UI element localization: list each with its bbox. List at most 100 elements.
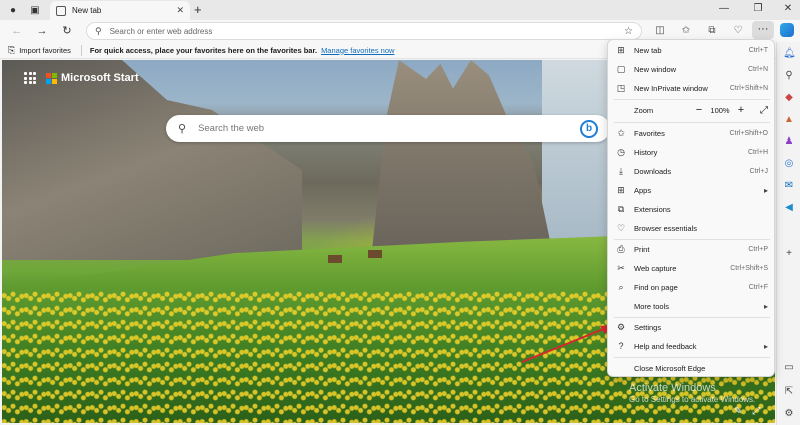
title-bar: ● ▣ New tab ✕ + — ❐ ✕ (0, 0, 800, 20)
menu-item-zoom: Zoom − 100% + ⤢ (608, 101, 776, 119)
mountain-peaks (372, 60, 552, 250)
address-bar[interactable]: ⚲ Search or enter web address ☆ (86, 22, 642, 40)
app-launcher-icon[interactable] (24, 72, 36, 84)
forward-icon[interactable]: → (35, 24, 49, 38)
close-window-icon[interactable]: ✕ (778, 3, 798, 14)
microsoft-start-header: Microsoft Start (24, 72, 139, 84)
menu-item-settings[interactable]: ⚙ Settings (608, 318, 776, 336)
menu-shortcut: Ctrl+J (749, 167, 768, 175)
menu-shortcut: Ctrl+Shift+N (729, 84, 768, 92)
download-icon: ⤓ (619, 165, 623, 176)
menu-item-new-window[interactable]: ▢ New window Ctrl+N (608, 60, 776, 78)
zoom-out-button[interactable]: − (692, 104, 706, 116)
fullscreen-expand-icon[interactable]: ⤢ (754, 105, 768, 116)
address-input[interactable]: Search or enter web address (110, 27, 624, 36)
collections-icon[interactable]: ⧉ (704, 24, 720, 38)
menu-shortcut: Ctrl+Shift+O (729, 129, 768, 137)
menu-item-web-capture[interactable]: ✂ Web capture Ctrl+Shift+S (608, 259, 776, 277)
page-corner-tools: ✎ ⤢ (734, 406, 760, 417)
puzzle-icon: ⧉ (617, 203, 625, 214)
tools-icon[interactable]: ▲ (783, 114, 795, 126)
apps-grid-icon: ⊞ (617, 184, 625, 195)
menu-item-extensions[interactable]: ⧉ Extensions (608, 200, 776, 218)
shopping-icon[interactable]: ◆ (783, 92, 795, 104)
menu-item-find-on-page[interactable]: ⌕ Find on page Ctrl+F (608, 278, 776, 296)
printer-icon: ⎙ (617, 243, 625, 254)
drop-icon[interactable]: ◀ (783, 202, 795, 214)
menu-label: Zoom (634, 105, 654, 115)
notifications-icon[interactable]: 🔔︎ (783, 48, 796, 60)
menu-item-new-inprivate[interactable]: ◳ New InPrivate window Ctrl+Shift+N (608, 79, 776, 97)
manage-favorites-link[interactable]: Manage favorites now (321, 46, 394, 55)
favorites-star-icon: ✩ (617, 127, 625, 138)
menu-item-apps[interactable]: ⊞ Apps ▸ (608, 181, 776, 199)
search-icon: ⚲ (95, 25, 102, 36)
history-clock-icon: ◷ (617, 146, 625, 157)
menu-label: Browser essentials (634, 223, 697, 233)
menu-shortcut: Ctrl+T (748, 46, 768, 54)
minimize-icon[interactable]: — (714, 3, 734, 14)
favorites-bar-message: For quick access, place your favorites h… (89, 45, 318, 55)
chevron-right-icon: ▸ (763, 341, 768, 351)
web-search-box[interactable]: ⚲ Search the web b (166, 115, 610, 142)
chevron-right-icon: ▸ (763, 301, 768, 311)
hut (368, 250, 382, 258)
copilot-icon[interactable] (780, 23, 794, 37)
web-search-input[interactable]: Search the web (198, 123, 580, 134)
external-link-icon[interactable]: ⇱ (783, 386, 795, 398)
fullscreen-icon[interactable]: ⤢ (752, 406, 760, 417)
menu-item-new-tab[interactable]: ⊞ New tab Ctrl+T (608, 41, 776, 59)
hut (328, 255, 342, 263)
hide-sidebar-icon[interactable]: ▭ (783, 362, 795, 374)
menu-label: Close Microsoft Edge (634, 363, 706, 373)
menu-item-close-edge[interactable]: Close Microsoft Edge (608, 359, 776, 377)
web-capture-icon: ✂ (617, 262, 625, 273)
menu-label: Settings (634, 322, 662, 332)
new-tab-plus-icon[interactable]: + (194, 3, 202, 16)
import-icon: ⎘ (8, 44, 16, 55)
menu-item-help-and-feedback[interactable]: ? Help and feedback ▸ (608, 337, 776, 355)
menu-item-downloads[interactable]: ⤓ Downloads Ctrl+J (608, 162, 776, 180)
menu-item-browser-essentials[interactable]: ♡ Browser essentials (608, 219, 776, 237)
import-favorites-button[interactable]: Import favorites (19, 46, 71, 55)
games-icon[interactable]: ♟ (783, 136, 795, 148)
close-tab-icon[interactable]: ✕ (176, 5, 184, 16)
activate-windows-watermark: Activate Windows Go to Settings to activ… (629, 382, 755, 404)
browser-essentials-icon[interactable]: ♡ (730, 24, 746, 38)
favorites-icon[interactable]: ✩ (678, 24, 694, 38)
restore-icon[interactable]: ❐ (748, 3, 768, 14)
back-icon[interactable]: ← (10, 24, 24, 38)
menu-divider (614, 122, 770, 123)
bing-icon[interactable]: b (580, 119, 598, 138)
menu-item-more-tools[interactable]: More tools ▸ (608, 297, 776, 315)
menu-shortcut: Ctrl+P (748, 245, 768, 253)
menu-item-favorites[interactable]: ✩ Favorites Ctrl+Shift+O (608, 124, 776, 142)
search-icon: ⚲ (178, 123, 187, 135)
add-favorite-icon[interactable]: ☆ (624, 26, 633, 37)
tab-new-tab[interactable]: New tab ✕ (50, 1, 190, 20)
split-screen-icon[interactable]: ◫ (652, 24, 668, 38)
heart-pulse-icon: ♡ (616, 222, 626, 233)
menu-item-history[interactable]: ◷ History Ctrl+H (608, 143, 776, 161)
zoom-in-button[interactable]: + (734, 104, 748, 116)
customize-icon[interactable]: ✎ (734, 406, 742, 417)
menu-label: New tab (634, 45, 662, 55)
menu-label: Find on page (634, 282, 678, 292)
menu-shortcut: Ctrl+H (747, 148, 768, 156)
settings-and-more-menu: ⊞ New tab Ctrl+T ▢ New window Ctrl+N ◳ N… (607, 39, 775, 377)
outlook-icon[interactable]: ✉ (783, 180, 795, 192)
microsoft-logo-icon (46, 72, 57, 84)
add-sidebar-app-icon[interactable]: + (783, 248, 795, 260)
refresh-icon[interactable]: ↻ (60, 24, 74, 38)
gear-icon: ⚙ (616, 321, 626, 332)
chevron-right-icon: ▸ (763, 185, 768, 195)
tab-actions-icon[interactable]: ▣ (28, 3, 42, 17)
sidebar-settings-icon[interactable]: ⚙ (783, 408, 795, 420)
profile-icon[interactable]: ● (6, 3, 20, 17)
microsoft-365-icon[interactable]: ◎ (783, 158, 795, 170)
menu-shortcut: Ctrl+F (748, 283, 768, 291)
menu-item-print[interactable]: ⎙ Print Ctrl+P (608, 240, 776, 258)
brand-label[interactable]: Microsoft Start (61, 72, 139, 84)
settings-and-more-button[interactable]: ··· (752, 21, 774, 39)
search-icon[interactable]: ⚲ (783, 70, 795, 82)
